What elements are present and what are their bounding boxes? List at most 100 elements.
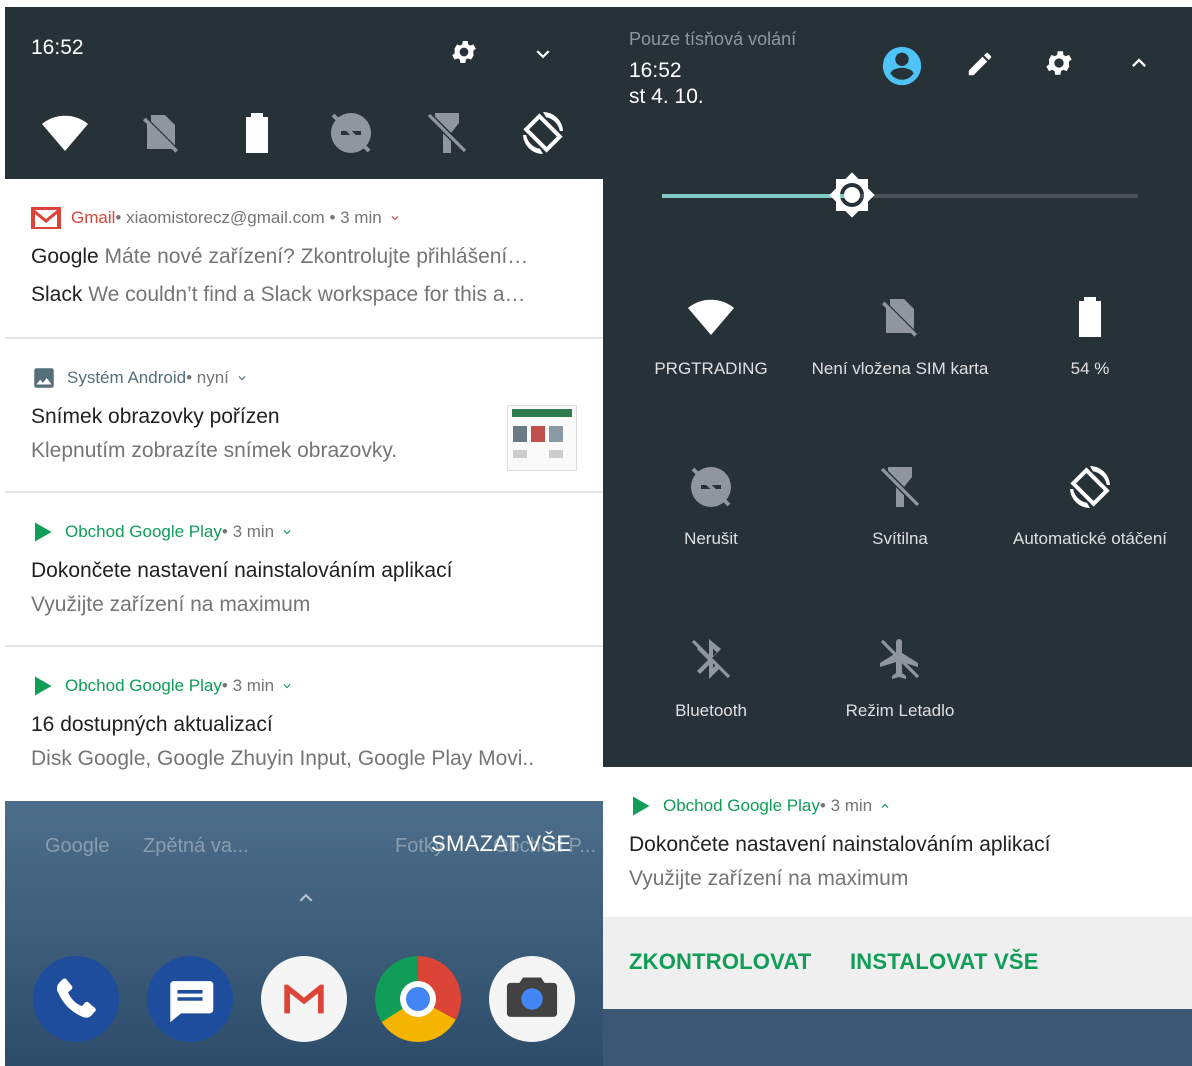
bluetooth-icon xyxy=(687,635,735,683)
gmail-notification[interactable]: Gmail • xiaomistorecz@gmail.com • 3 min … xyxy=(5,179,603,339)
camera-icon[interactable] xyxy=(489,956,575,1042)
auto-rotate-icon[interactable] xyxy=(519,109,567,157)
app-label: Google xyxy=(45,835,110,857)
tile-auto-rotate[interactable]: Automatické otáčení xyxy=(995,463,1185,550)
no-sim-icon xyxy=(876,293,924,341)
dnd-icon xyxy=(687,463,735,511)
chevron-up-icon[interactable] xyxy=(878,799,892,813)
notification-title: Dokončete nastavení nainstalováním aplik… xyxy=(31,559,453,582)
notification-text: Disk Google, Google Zhuyin Input, Google… xyxy=(31,747,535,770)
notification-line: Slack We couldn’t find a Slack workspace… xyxy=(31,283,526,306)
gear-icon[interactable] xyxy=(1043,47,1075,79)
wifi-icon[interactable] xyxy=(41,109,89,157)
edit-icon[interactable] xyxy=(965,49,995,79)
clear-all-button[interactable]: SMAZAT VŠE xyxy=(431,831,571,857)
battery-icon[interactable] xyxy=(233,109,281,157)
user-icon[interactable] xyxy=(879,43,925,89)
chevron-down-icon[interactable] xyxy=(388,211,402,225)
status-time: 16:52 xyxy=(629,59,682,82)
notification-meta: • 3 min xyxy=(221,676,275,695)
notification-text: Využijte zařízení na maximum xyxy=(629,867,909,890)
dnd-icon[interactable] xyxy=(327,109,375,157)
tile-battery[interactable]: 54 % xyxy=(995,293,1185,380)
notification-header: Obchod Google Play • 3 min xyxy=(629,793,892,819)
notification-meta: • 3 min xyxy=(221,522,275,541)
play-store-updates-notification[interactable]: Obchod Google Play • 3 min 16 dostupných… xyxy=(5,647,603,801)
chevron-down-icon[interactable] xyxy=(530,41,556,67)
app-label: Zpětná va... xyxy=(143,835,249,857)
app-name: Systém Android xyxy=(67,368,187,387)
notification-header: Systém Android • nyní xyxy=(31,365,249,391)
tile-airplane[interactable]: Režim Letadlo xyxy=(805,635,995,722)
gmail-icon xyxy=(31,207,61,229)
quick-settings-bar: 16:52 xyxy=(5,7,603,179)
tile-wifi[interactable]: PRGTRADING xyxy=(616,293,806,380)
notification-meta: • 3 min xyxy=(819,796,873,815)
notification-text: Využijte zařízení na maximum xyxy=(31,593,311,616)
flashlight-icon[interactable] xyxy=(423,109,471,157)
play-store-icon xyxy=(629,794,653,818)
notification-actions: ZKONTROLOVAT INSTALOVAT VŠE xyxy=(603,917,1192,1009)
brightness-icon[interactable] xyxy=(828,171,876,219)
brightness-fill xyxy=(662,194,852,198)
brightness-slider[interactable] xyxy=(662,194,1138,198)
wifi-icon xyxy=(687,293,735,341)
image-icon xyxy=(31,365,57,391)
tile-flashlight[interactable]: Svítilna xyxy=(805,463,995,550)
notification-line: Google Máte nové zařízení? Zkontrolujte … xyxy=(31,245,529,268)
play-store-icon xyxy=(31,674,55,698)
chrome-icon[interactable] xyxy=(375,956,461,1042)
messages-icon[interactable] xyxy=(147,956,233,1042)
gmail-app-icon[interactable] xyxy=(261,956,347,1042)
tile-bluetooth[interactable]: Bluetooth xyxy=(616,635,806,722)
notification-meta: • nyní xyxy=(186,368,229,387)
play-store-notification[interactable]: Obchod Google Play • 3 min Dokončete nas… xyxy=(5,493,603,647)
screenshot-notification[interactable]: Systém Android • nyní Snímek obrazovky p… xyxy=(5,339,603,493)
chevron-up-icon[interactable] xyxy=(1125,49,1153,77)
chevron-down-icon[interactable] xyxy=(280,679,294,693)
flashlight-icon xyxy=(876,463,924,511)
airplane-icon xyxy=(876,635,924,683)
tile-sim[interactable]: Není vložena SIM karta xyxy=(805,293,995,380)
tile-label: Svítilna xyxy=(872,529,928,548)
tile-label: 54 % xyxy=(1070,359,1110,378)
notification-text: Klepnutím zobrazíte snímek obrazovky. xyxy=(31,439,398,462)
tile-label: Nerušit xyxy=(684,529,738,548)
notification-header: Obchod Google Play • 3 min xyxy=(31,519,294,545)
battery-icon xyxy=(1066,293,1114,341)
status-time: 16:52 xyxy=(31,36,84,59)
notification-header: Obchod Google Play • 3 min xyxy=(31,673,294,699)
play-store-notification-expanded[interactable]: Obchod Google Play • 3 min Dokončete nas… xyxy=(603,767,1192,917)
chevron-down-icon[interactable] xyxy=(235,371,249,385)
play-store-icon xyxy=(31,520,55,544)
auto-rotate-icon xyxy=(1066,463,1114,511)
status-date: st 4. 10. xyxy=(629,85,704,108)
screenshot-thumbnail[interactable] xyxy=(507,405,577,471)
notification-title: Dokončete nastavení nainstalováním aplik… xyxy=(629,833,1051,856)
notification-meta: • xiaomistorecz@gmail.com • 3 min xyxy=(115,208,382,227)
home-screen-background: Google Zpětná va... Fotky Obchod P... SM… xyxy=(5,801,603,1066)
app-name: Obchod Google Play xyxy=(65,522,222,541)
notification-header: Gmail • xiaomistorecz@gmail.com • 3 min xyxy=(31,205,402,231)
emergency-calls-text: Pouze tísňová volání xyxy=(629,29,797,49)
app-name: Obchod Google Play xyxy=(65,676,222,695)
review-button[interactable]: ZKONTROLOVAT xyxy=(629,949,811,975)
tile-label: Není vložena SIM karta xyxy=(811,359,989,378)
install-all-button[interactable]: INSTALOVAT VŠE xyxy=(850,949,1039,975)
tile-label: Bluetooth xyxy=(675,701,747,720)
quick-settings-expanded: Pouze tísňová volání 16:52 st 4. 10. PRG… xyxy=(603,7,1192,1066)
notification-title: 16 dostupných aktualizací xyxy=(31,713,273,736)
notification-shade-collapsed: 16:52 Gmail • xiaomistorecz@gmail.com • … xyxy=(5,7,603,1066)
chevron-up-icon[interactable] xyxy=(293,885,319,911)
home-screen-background xyxy=(603,1009,1192,1066)
chevron-down-icon[interactable] xyxy=(280,525,294,539)
quick-settings-tiles xyxy=(5,109,603,159)
tile-label: PRGTRADING xyxy=(654,359,768,378)
tile-label: Automatické otáčení xyxy=(1012,529,1168,548)
gear-icon[interactable] xyxy=(449,37,479,67)
tile-dnd[interactable]: Nerušit xyxy=(616,463,806,550)
phone-icon[interactable] xyxy=(33,956,119,1042)
tile-label: Režim Letadlo xyxy=(845,701,955,720)
app-name: Obchod Google Play xyxy=(663,796,820,815)
no-sim-icon[interactable] xyxy=(137,109,185,157)
